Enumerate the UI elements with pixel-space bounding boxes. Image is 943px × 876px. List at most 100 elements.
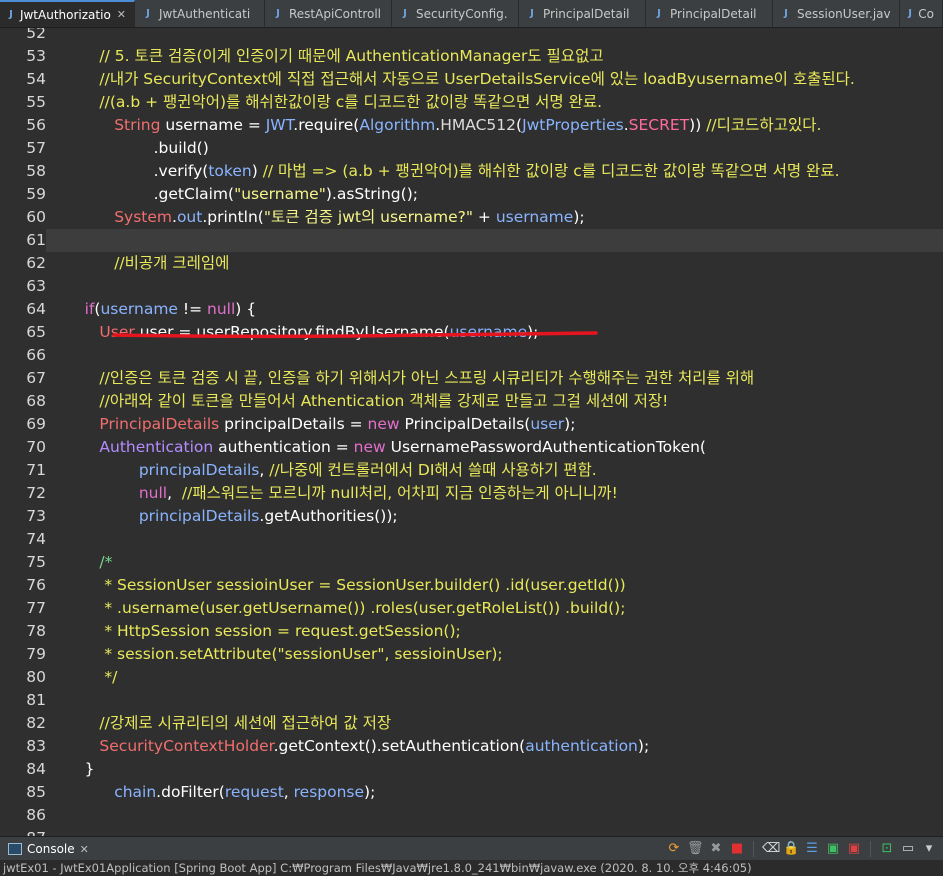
- display-console-icon[interactable]: ▭: [900, 841, 916, 857]
- code-token: // 5. 토큰 검증(이게 인증이기 때문에 AuthenticationMa…: [60, 47, 604, 65]
- editor-tab[interactable]: J JwtAuthenticati: [135, 0, 265, 27]
- line-number: 57: [26, 139, 46, 157]
- code-line[interactable]: 86: [0, 804, 943, 827]
- show-stdout-icon[interactable]: ▣: [825, 841, 841, 857]
- code-token: );: [564, 415, 576, 433]
- code-line[interactable]: 60 System.out.println("토큰 검증 jwt의 userna…: [0, 206, 943, 229]
- code-line[interactable]: 80 */: [0, 666, 943, 689]
- editor-tab[interactable]: J Co: [900, 0, 943, 27]
- code-line[interactable]: 81: [0, 689, 943, 712]
- code-line[interactable]: 73 principalDetails.getAuthorities());: [0, 505, 943, 528]
- clear-console-icon[interactable]: ⌫: [762, 841, 780, 857]
- code-line[interactable]: 56 String username = JWT.require(Algorit…: [0, 114, 943, 137]
- code-text: // 5. 토큰 검증(이게 인증이기 때문에 AuthenticationMa…: [60, 45, 604, 68]
- code-line[interactable]: 62 //비공개 크레임에: [0, 252, 943, 275]
- open-console-icon[interactable]: ▾: [921, 841, 937, 857]
- sync-icon[interactable]: ⟳: [666, 841, 682, 857]
- code-token: .doFilter(: [156, 783, 225, 801]
- code-token: //인증은 토큰 검증 시 끝, 인증을 하기 위해서가 아닌 스프링 시큐리티…: [60, 369, 755, 387]
- code-line[interactable]: 79 * session.setAttribute("sessionUser",…: [0, 643, 943, 666]
- code-editor[interactable]: 52 53 // 5. 토큰 검증(이게 인증이기 때문에 Authenticat…: [0, 28, 943, 836]
- code-text: principalDetails.getAuthorities());: [60, 505, 398, 528]
- code-text: principalDetails, //나중에 컨트롤러에서 DI해서 쓸때 사…: [60, 459, 597, 482]
- code-text: //(a.b + 팽귄악어)를 해쉬한값이랑 c를 디코드한 값이랑 똑같으면 …: [60, 91, 602, 114]
- java-file-icon: J: [9, 8, 13, 20]
- code-line[interactable]: 75 /*: [0, 551, 943, 574]
- code-line[interactable]: 85 chain.doFilter(request, response);: [0, 781, 943, 804]
- code-token: );: [637, 737, 650, 755]
- code-text: * HttpSession session = request.getSessi…: [60, 620, 460, 643]
- editor-tab[interactable]: J PrincipalDetail: [646, 0, 773, 27]
- code-token: principalDetails: [60, 461, 260, 479]
- console-tab[interactable]: Console ✕: [0, 837, 97, 861]
- remove-all-icon[interactable]: ✖: [708, 841, 724, 857]
- code-line[interactable]: 78 * HttpSession session = request.getSe…: [0, 620, 943, 643]
- code-line[interactable]: 52: [0, 28, 943, 45]
- code-line[interactable]: 69 PrincipalDetails principalDetails = n…: [0, 413, 943, 436]
- code-text: * SessionUser sessioinUser = SessionUser…: [60, 574, 626, 597]
- current-line[interactable]: 61: [0, 229, 943, 252]
- scroll-lock-icon[interactable]: 🔒: [783, 841, 799, 857]
- code-token: }: [60, 760, 95, 778]
- close-icon[interactable]: ✕: [80, 843, 89, 856]
- code-line[interactable]: 77 * .username(user.getUsername()) .role…: [0, 597, 943, 620]
- code-token: !=: [177, 300, 208, 318]
- code-line[interactable]: 84 }: [0, 758, 943, 781]
- code-line[interactable]: 87: [0, 827, 943, 836]
- code-line[interactable]: 68 //아래와 같이 토큰을 만들어서 Athentication 객체를 강…: [0, 390, 943, 413]
- code-line[interactable]: 71 principalDetails, //나중에 컨트롤러에서 DI해서 쓸…: [0, 459, 943, 482]
- code-line[interactable]: 70 Authentication authentication = new U…: [0, 436, 943, 459]
- code-token: .getContext().setAuthentication(: [273, 737, 526, 755]
- pin-console-icon[interactable]: ⊡: [879, 841, 895, 857]
- code-token: * SessionUser sessioinUser = SessionUser…: [60, 576, 626, 594]
- editor-tab[interactable]: J RestApiControll: [265, 0, 392, 27]
- code-line[interactable]: 64 if(username != null) {: [0, 298, 943, 321]
- code-line[interactable]: 57 .build(): [0, 137, 943, 160]
- line-number: 63: [26, 277, 46, 295]
- code-token: ).asString();: [325, 185, 418, 203]
- show-stderr-icon[interactable]: ▣: [846, 841, 862, 857]
- code-token: /*: [60, 553, 113, 571]
- code-token: ,: [167, 484, 182, 502]
- toolbar-separator: [753, 841, 754, 857]
- code-token: .verify(: [60, 162, 209, 180]
- code-text: .build(): [60, 137, 209, 160]
- code-token: //내가 SecurityContext에 직접 접근해서 자동으로 UserD…: [60, 70, 855, 88]
- code-token: // 마법 => (a.b + 팽귄악어)를 해쉬한 값이랑 c를 디코드한 값…: [262, 162, 840, 180]
- code-line[interactable]: 67 //인증은 토큰 검증 시 끝, 인증을 하기 위해서가 아닌 스프링 시…: [0, 367, 943, 390]
- editor-tab-label: SecurityConfig.: [416, 6, 508, 21]
- line-number: 71: [26, 461, 46, 479]
- code-line[interactable]: 82 //강제로 시큐리티의 세션에 접근하여 값 저장: [0, 712, 943, 735]
- line-number: 61: [0, 229, 46, 252]
- delete-icon[interactable]: 🗑: [687, 841, 704, 857]
- code-text: //비공개 크레임에: [60, 252, 229, 275]
- code-line[interactable]: 58 .verify(token) // 마법 => (a.b + 팽귄악어)를…: [0, 160, 943, 183]
- console-toolbar: ⟳ 🗑 ✖ ■ ⌫ 🔒 ☰ ▣ ▣ ⊡ ▭ ▾: [666, 841, 943, 857]
- code-line[interactable]: 66: [0, 344, 943, 367]
- terminate-icon[interactable]: ■: [729, 841, 745, 857]
- code-token: request: [224, 783, 284, 801]
- line-number: 85: [26, 783, 46, 801]
- code-line[interactable]: 63: [0, 275, 943, 298]
- code-line[interactable]: 59 .getClaim("username").asString();: [0, 183, 943, 206]
- code-token: HMAC512: [440, 116, 516, 134]
- close-icon[interactable]: ✕: [117, 8, 126, 21]
- line-number: 73: [26, 507, 46, 525]
- code-token: new: [353, 438, 391, 456]
- code-text: //인증은 토큰 검증 시 끝, 인증을 하기 위해서가 아닌 스프링 시큐리티…: [60, 367, 754, 390]
- code-line[interactable]: 72 null, //패스워드는 모르니까 null처리, 어차피 지금 인증하…: [0, 482, 943, 505]
- code-line[interactable]: 55 //(a.b + 팽귄악어)를 해쉬한값이랑 c를 디코드한 값이랑 똑같…: [0, 91, 943, 114]
- editor-tab[interactable]: J SessionUser.jav: [773, 0, 900, 27]
- code-token: PrincipalDetails(: [404, 415, 531, 433]
- java-file-icon: J: [146, 7, 150, 19]
- code-line[interactable]: 76 * SessionUser sessioinUser = SessionU…: [0, 574, 943, 597]
- code-line[interactable]: 83 SecurityContextHolder.getContext().se…: [0, 735, 943, 758]
- editor-tab[interactable]: J JwtAuthorizatio ✕: [0, 0, 135, 27]
- editor-tab[interactable]: J PrincipalDetail: [519, 0, 646, 27]
- code-line[interactable]: 53 // 5. 토큰 검증(이게 인증이기 때문에 Authenticatio…: [0, 45, 943, 68]
- code-token: chain: [60, 783, 157, 801]
- editor-tab[interactable]: J SecurityConfig.: [392, 0, 519, 27]
- word-wrap-icon[interactable]: ☰: [804, 841, 820, 857]
- code-line[interactable]: 54 //내가 SecurityContext에 직접 접근해서 자동으로 Us…: [0, 68, 943, 91]
- code-line[interactable]: 74: [0, 528, 943, 551]
